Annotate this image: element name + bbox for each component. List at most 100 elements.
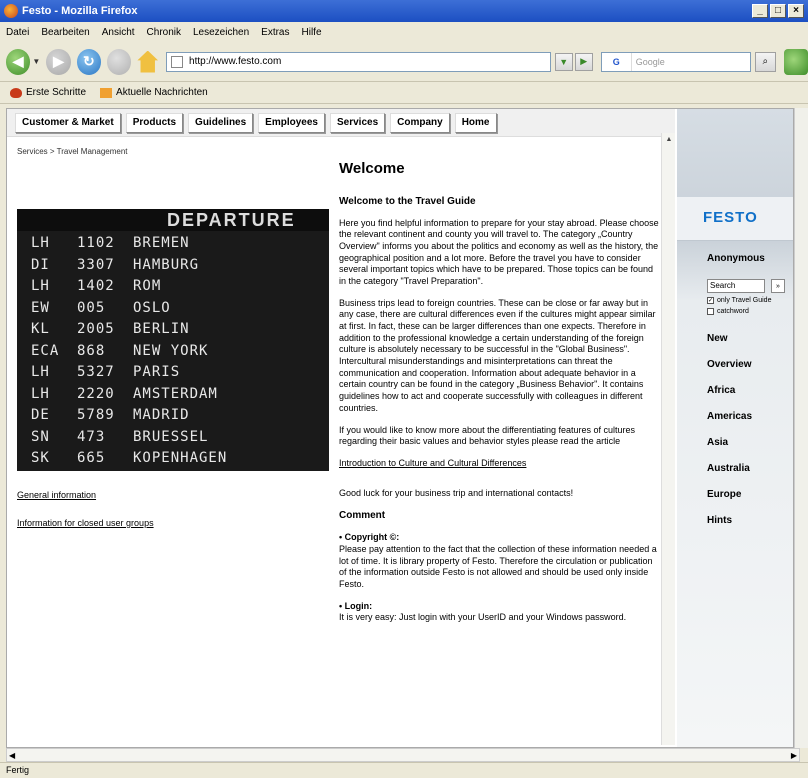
scroll-up-icon[interactable]: ▲ <box>662 133 676 145</box>
destination: AMSTERDAM <box>133 385 218 402</box>
sidebar-item-africa[interactable]: Africa <box>707 385 735 396</box>
page-icon <box>171 55 184 68</box>
flight-number: 005 <box>77 299 106 316</box>
top-navigation: Customer & Market Products Guidelines Em… <box>7 109 675 137</box>
search-placeholder: Google <box>635 56 665 67</box>
sidebar-search-button[interactable]: » <box>771 279 785 293</box>
flight-number: 2220 <box>77 385 115 402</box>
destination: ROM <box>133 278 162 294</box>
scroll-left-icon[interactable]: ◀ <box>9 751 15 760</box>
bookmarks-toolbar: Erste Schritte Aktuelle Nachrichten <box>0 82 808 104</box>
sidebar-item-australia[interactable]: Australia <box>707 463 750 474</box>
rss-icon <box>100 87 113 98</box>
board-row: LH 1102 BREMEN <box>31 235 190 253</box>
addon-icon[interactable] <box>783 48 808 75</box>
close-button[interactable]: × <box>788 4 804 18</box>
general-information-link[interactable]: General information <box>17 490 96 500</box>
board-row: SK 665 KOPENHAGEN <box>31 450 227 468</box>
reload-icon[interactable]: ↻ <box>76 48 102 75</box>
section-title: Welcome to the Travel Guide <box>339 195 476 207</box>
flight-code: LH <box>31 385 50 402</box>
scroll-right-icon[interactable]: ▶ <box>791 751 797 760</box>
url-dropdown-icon[interactable]: ▼ <box>554 52 573 71</box>
checkbox-label: catchword <box>717 308 749 315</box>
destination: KOPENHAGEN <box>133 450 228 466</box>
sidebar-search-input[interactable]: Search <box>707 279 765 293</box>
bookmark-erste-schritte[interactable]: Erste Schritte <box>10 87 86 98</box>
flight-number: 5789 <box>77 407 115 423</box>
tab-services[interactable]: Services <box>329 112 386 133</box>
login-heading: • Login: <box>339 600 373 611</box>
tab-home[interactable]: Home <box>454 112 497 133</box>
menu-hilfe[interactable]: Hilfe <box>302 27 322 38</box>
flight-code: DI <box>31 256 50 273</box>
culture-paragraph: If you would like to know more about the… <box>339 424 636 447</box>
good-luck-text: Good luck for your business trip and int… <box>339 487 574 498</box>
content-scrollbar[interactable]: ▲ <box>661 133 675 745</box>
maximize-button[interactable]: □ <box>770 4 786 18</box>
menu-ansicht[interactable]: Ansicht <box>102 27 135 38</box>
sidebar-item-americas[interactable]: Americas <box>707 411 752 422</box>
business-paragraph: Business trips lead to foreign countries… <box>339 297 656 413</box>
festo-logo: FESTO <box>703 209 758 226</box>
tab-company[interactable]: Company <box>390 112 450 133</box>
flight-code: ECA <box>31 342 60 359</box>
flight-code: LH <box>31 235 50 251</box>
minimize-button[interactable]: _ <box>752 4 768 18</box>
flight-number: 1402 <box>77 278 115 294</box>
flight-code: EW <box>31 299 50 316</box>
stop-icon[interactable] <box>107 48 132 75</box>
intro-paragraph: Here you find helpful information to pre… <box>339 217 659 286</box>
forward-icon[interactable]: ▶ <box>46 48 71 75</box>
user-label: Anonymous <box>707 253 765 264</box>
browser-window: Festo - Mozilla Firefox _ □ × Datei Bear… <box>0 0 808 778</box>
board-row: EW 005 OSLO <box>31 300 171 318</box>
departure-board-image: DEPARTURE LH 1102 BREMEN DI 3307 HAMBURG LH 140… <box>17 209 329 471</box>
flight-code: LH <box>31 278 50 294</box>
board-row: DI 3307 HAMBURG <box>31 257 199 275</box>
catchword-checkbox[interactable]: catchword <box>707 308 749 315</box>
go-icon[interactable]: ▶ <box>574 52 593 71</box>
menu-extras[interactable]: Extras <box>261 27 289 38</box>
sidebar-item-europe[interactable]: Europe <box>707 489 741 500</box>
tab-guidelines[interactable]: Guidelines <box>188 112 254 133</box>
main-column: Welcome Welcome to the Travel Guide Here… <box>339 159 659 634</box>
sidebar-item-new[interactable]: New <box>707 333 728 344</box>
flight-number: 3307 <box>77 256 115 273</box>
only-travel-guide-checkbox[interactable]: ✓ only Travel Guide <box>707 297 771 304</box>
menu-chronik[interactable]: Chronik <box>147 27 181 38</box>
menu-datei[interactable]: Datei <box>6 27 29 38</box>
title-bar: Festo - Mozilla Firefox _ □ × <box>0 0 808 22</box>
bookmark-aktuelle-nachrichten[interactable]: Aktuelle Nachrichten <box>100 87 208 98</box>
sidebar-item-overview[interactable]: Overview <box>707 359 751 370</box>
flight-number: 665 <box>77 450 106 466</box>
back-icon[interactable]: ◀ <box>6 48 31 75</box>
checkbox-icon <box>707 308 714 315</box>
window-scrollbar[interactable] <box>794 108 808 748</box>
sidebar-item-asia[interactable]: Asia <box>707 437 728 448</box>
destination: PARIS <box>133 364 181 380</box>
comment-heading: Comment <box>339 510 386 522</box>
menu-bearbeiten[interactable]: Bearbeiten <box>41 27 89 38</box>
url-text: http://www.festo.com <box>189 56 282 67</box>
search-engine-icon[interactable]: G <box>602 52 632 71</box>
horizontal-scrollbar[interactable]: ◀ ▶ <box>6 748 800 762</box>
url-bar[interactable]: http://www.festo.com <box>166 51 551 72</box>
menu-lesezeichen[interactable]: Lesezeichen <box>193 27 249 38</box>
tab-customer-market[interactable]: Customer & Market <box>15 112 121 133</box>
search-box[interactable]: G Google <box>600 51 751 72</box>
firefox-icon <box>4 4 18 18</box>
home-icon[interactable] <box>137 50 159 73</box>
tab-employees[interactable]: Employees <box>258 112 325 133</box>
tab-products[interactable]: Products <box>125 112 184 133</box>
flight-number: 5327 <box>77 364 115 380</box>
menu-bar: Datei Bearbeiten Ansicht Chronik Lesezei… <box>0 22 808 42</box>
board-row: LH 1402 ROM <box>31 278 161 296</box>
right-sidebar: FESTO Anonymous Search » ✓ only Travel G… <box>677 109 793 747</box>
bookmark-icon <box>10 87 22 98</box>
culture-article-link[interactable]: Introduction to Culture and Cultural Dif… <box>339 458 659 470</box>
search-icon[interactable]: ⌕ <box>754 51 776 72</box>
back-history-dropdown-icon[interactable]: ▼ <box>32 57 40 66</box>
sidebar-item-hints[interactable]: Hints <box>707 515 732 526</box>
closed-user-groups-link[interactable]: Information for closed user groups <box>17 518 154 528</box>
